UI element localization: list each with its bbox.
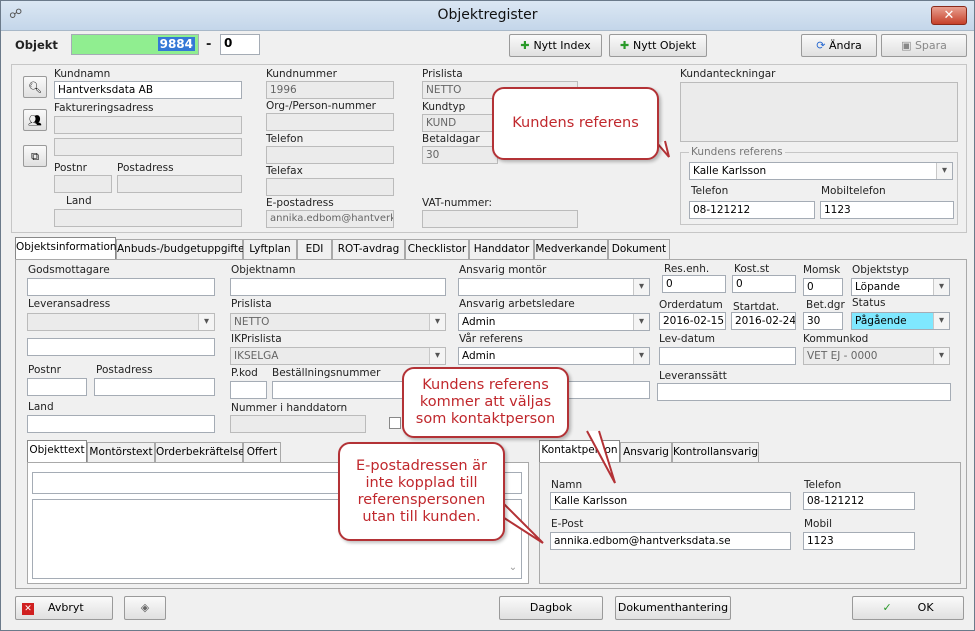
objektregister-window: ☍ Objektregister ✕ Objekt 9884 - 0 ✚ Nyt…	[0, 0, 975, 631]
callout-kundens-referens: Kundens referens	[492, 87, 659, 160]
callout-epost-kopplad: E-postadressen är inte kopplad till refe…	[338, 442, 505, 541]
callout-pointer-2	[586, 430, 616, 484]
callout-referens-kontaktperson: Kundens referens kommer att väljas som k…	[402, 367, 569, 438]
